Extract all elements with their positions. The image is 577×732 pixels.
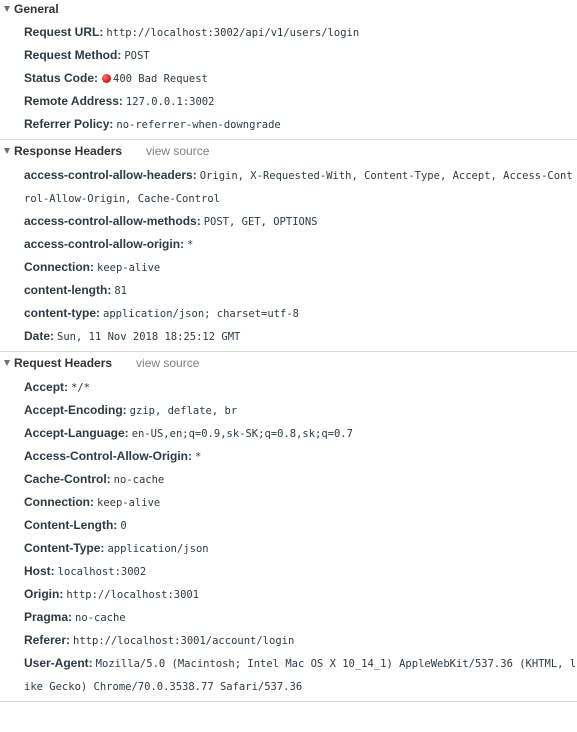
request-headers-section: Request Headers view source Accept: */* Ac…	[0, 352, 577, 702]
response-headers-rows: access-control-allow-headers: Origin, X-R…	[0, 162, 577, 351]
general-section: General Request URL: http://localhost:300…	[0, 0, 577, 140]
header-key: Pragma:	[24, 610, 73, 624]
request-headers-rows: Accept: */* Accept-Encoding: gzip, deflate…	[0, 374, 577, 701]
request-row-connection: Connection: keep-alive	[0, 491, 577, 514]
response-headers-section-header[interactable]: Response Headers view source	[0, 140, 577, 162]
header-key: Accept-Encoding:	[24, 403, 127, 417]
request-row-content-length: Content-Length: 0	[0, 514, 577, 537]
header-value: Sun, 11 Nov 2018 18:25:12 GMT	[57, 331, 241, 343]
header-value: http://localhost:3002/api/v1/users/login	[106, 27, 360, 39]
response-row-access-control-allow-methods: access-control-allow-methods: POST, GET, …	[0, 210, 577, 233]
header-key: Host:	[24, 564, 55, 578]
header-key: User-Agent:	[24, 656, 93, 670]
header-value: */*	[71, 382, 90, 394]
general-row-remote-address: Remote Address: 127.0.0.1:3002	[0, 90, 577, 113]
disclosure-triangle-icon[interactable]	[4, 359, 10, 366]
request-row-accept-encoding: Accept-Encoding: gzip, deflate, br	[0, 399, 577, 422]
header-key: Content-Length:	[24, 518, 118, 532]
header-value: http://localhost:3001	[66, 589, 200, 601]
header-key: Access-Control-Allow-Origin:	[24, 449, 193, 463]
header-key: Referer:	[24, 633, 71, 647]
header-key: content-length:	[24, 283, 112, 297]
request-row-cache-control: Cache-Control: no-cache	[0, 468, 577, 491]
header-value: *	[187, 239, 194, 251]
response-row-date: Date: Sun, 11 Nov 2018 18:25:12 GMT	[0, 325, 577, 348]
header-value: application/json; charset=utf-8	[103, 308, 299, 320]
header-key: access-control-allow-methods:	[24, 214, 201, 228]
section-title: Response Headers	[14, 144, 123, 158]
header-value: no-referrer-when-downgrade	[116, 119, 281, 131]
header-value: 400 Bad Request	[113, 73, 208, 85]
header-value: POST	[124, 50, 150, 62]
header-key: Origin:	[24, 587, 64, 601]
request-row-pragma: Pragma: no-cache	[0, 606, 577, 629]
header-value: en-US,en;q=0.9,sk-SK;q=0.8,sk;q=0.7	[131, 428, 353, 440]
header-value: 127.0.0.1:3002	[125, 96, 215, 108]
disclosure-triangle-icon[interactable]	[4, 5, 10, 12]
header-value: POST, GET, OPTIONS	[203, 216, 318, 228]
response-headers-section: Response Headers view source access-contr…	[0, 140, 577, 352]
request-row-accept-language: Accept-Language: en-US,en;q=0.9,sk-SK;q=0…	[0, 422, 577, 445]
response-row-access-control-allow-headers: access-control-allow-headers: Origin, X-R…	[0, 164, 577, 210]
disclosure-triangle-icon[interactable]	[4, 147, 10, 154]
header-key: Connection:	[24, 260, 94, 274]
header-key: access-control-allow-headers:	[24, 168, 197, 182]
header-key: Status Code:	[24, 71, 99, 85]
header-key: Request Method:	[24, 48, 122, 62]
header-value: keep-alive	[97, 262, 161, 274]
header-key: Referrer Policy:	[24, 117, 114, 131]
section-title: General	[14, 2, 59, 16]
header-key: Connection:	[24, 495, 94, 509]
general-row-request-method: Request Method: POST	[0, 44, 577, 67]
header-key: access-control-allow-origin:	[24, 237, 185, 251]
header-value: localhost:3002	[57, 566, 147, 578]
header-value: keep-alive	[97, 497, 161, 509]
header-value: application/json	[107, 543, 209, 555]
header-value: http://localhost:3001/account/login	[73, 635, 295, 647]
header-value: *	[195, 451, 202, 463]
request-row-referer: Referer: http://localhost:3001/account/lo…	[0, 629, 577, 652]
general-rows: Request URL: http://localhost:3002/api/v1…	[0, 18, 577, 139]
header-value: no-cache	[75, 612, 126, 624]
request-row-access-control-allow-origin: Access-Control-Allow-Origin: *	[0, 445, 577, 468]
request-row-accept: Accept: */*	[0, 376, 577, 399]
header-key: Date:	[24, 329, 55, 343]
header-value: 81	[114, 285, 127, 297]
header-key: Request URL:	[24, 25, 104, 39]
header-value: Mozilla/5.0 (Macintosh; Intel Mac OS X 1…	[24, 658, 577, 693]
header-key: content-type:	[24, 306, 100, 320]
section-title: Request Headers	[14, 356, 113, 370]
response-row-content-type: content-type: application/json; charset=u…	[0, 302, 577, 325]
general-row-status-code: Status Code: 400 Bad Request	[0, 67, 577, 90]
request-row-host: Host: localhost:3002	[0, 560, 577, 583]
header-key: Cache-Control:	[24, 472, 111, 486]
header-key: Accept:	[24, 380, 69, 394]
header-key: Content-Type:	[24, 541, 105, 555]
view-source-link[interactable]: view source	[146, 144, 209, 158]
header-value: gzip, deflate, br	[129, 405, 238, 417]
status-dot-icon	[102, 74, 112, 83]
request-row-origin: Origin: http://localhost:3001	[0, 583, 577, 606]
request-row-content-type: Content-Type: application/json	[0, 537, 577, 560]
header-value: 0	[120, 520, 127, 532]
response-row-connection: Connection: keep-alive	[0, 256, 577, 279]
general-row-referrer-policy: Referrer Policy: no-referrer-when-downgra…	[0, 113, 577, 136]
response-row-access-control-allow-origin: access-control-allow-origin: *	[0, 233, 577, 256]
general-row-request-url: Request URL: http://localhost:3002/api/v1…	[0, 21, 577, 44]
general-section-header[interactable]: General	[0, 0, 577, 18]
header-key: Remote Address:	[24, 94, 123, 108]
request-headers-section-header[interactable]: Request Headers view source	[0, 352, 577, 374]
header-key: Accept-Language:	[24, 426, 129, 440]
view-source-link[interactable]: view source	[136, 356, 199, 370]
header-value: no-cache	[113, 474, 165, 486]
request-row-user-agent: User-Agent: Mozilla/5.0 (Macintosh; Intel…	[0, 652, 577, 698]
response-row-content-length: content-length: 81	[0, 279, 577, 302]
